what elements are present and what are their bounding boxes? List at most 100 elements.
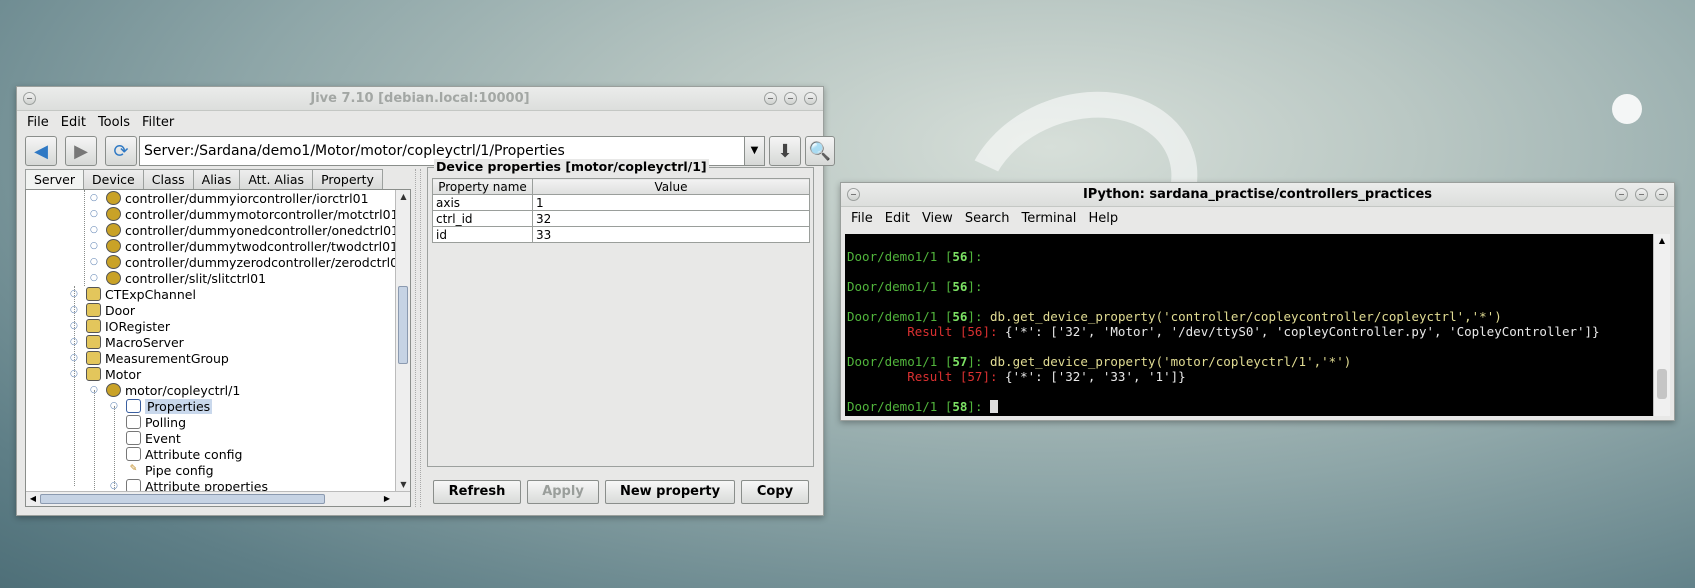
- tree-item-properties[interactable]: ○ Properties: [110, 398, 213, 414]
- scroll-thumb[interactable]: [398, 286, 408, 364]
- tab-att-alias[interactable]: Att. Alias: [239, 169, 314, 189]
- scroll-left-icon[interactable]: ◀: [26, 492, 40, 506]
- tab-server[interactable]: Server: [25, 169, 84, 189]
- device-icon: [106, 207, 121, 221]
- terminal-titlebar[interactable]: IPython: sardana_practise/controllers_pr…: [841, 183, 1674, 207]
- tree-item-controller[interactable]: ○ controller/dummytwodcontroller/twodctrl…: [90, 238, 398, 254]
- expand-handle-icon[interactable]: ○: [90, 225, 100, 235]
- class-icon: [86, 335, 101, 349]
- tree-item-pipe-config[interactable]: ✎ Pipe config: [126, 462, 214, 478]
- expand-handle-icon[interactable]: ○: [70, 305, 80, 315]
- menu-file[interactable]: File: [845, 211, 879, 226]
- apply-button[interactable]: Apply: [527, 480, 599, 504]
- pane-splitter[interactable]: [415, 169, 421, 507]
- tree-item-event[interactable]: Event: [126, 430, 181, 446]
- class-icon: [86, 367, 101, 381]
- tree-item-class[interactable]: ○ MacroServer: [70, 334, 184, 350]
- terminal-output[interactable]: Door/demo1/1 [56]: Door/demo1/1 [56]: Do…: [845, 234, 1654, 416]
- property-name-cell[interactable]: ctrl_id: [432, 210, 533, 227]
- property-value-cell[interactable]: 1: [532, 194, 810, 211]
- menu-search[interactable]: Search: [959, 211, 1016, 226]
- expand-handle-icon[interactable]: ○: [70, 337, 80, 347]
- new-property-button[interactable]: New property: [605, 480, 735, 504]
- tree-item-class[interactable]: ○ CTExpChannel: [70, 286, 196, 302]
- table-row[interactable]: id 33: [432, 226, 810, 243]
- forward-button[interactable]: ▶: [65, 136, 97, 166]
- menu-edit[interactable]: Edit: [55, 115, 92, 130]
- column-header-value[interactable]: Value: [532, 178, 810, 195]
- tree-item-class[interactable]: ○ Door: [70, 302, 135, 318]
- maximize-icon[interactable]: [1635, 188, 1648, 201]
- expand-handle-icon[interactable]: ○: [90, 273, 100, 283]
- tree-item-class[interactable]: ○ IORegister: [70, 318, 170, 334]
- tree-vertical-scrollbar[interactable]: ▲ ▼: [395, 190, 410, 492]
- expand-handle-icon[interactable]: ○: [90, 257, 100, 267]
- ipython-terminal-window: IPython: sardana_practise/controllers_pr…: [840, 182, 1675, 421]
- jive-titlebar[interactable]: Jive 7.10 [debian.local:10000]: [17, 87, 823, 111]
- menu-file[interactable]: File: [21, 115, 55, 130]
- property-name-cell[interactable]: axis: [432, 194, 533, 211]
- tab-property[interactable]: Property: [312, 169, 383, 189]
- collapse-handle-icon[interactable]: ○: [90, 385, 100, 395]
- maximize-icon[interactable]: [784, 92, 797, 105]
- device-properties-panel: Device properties [motor/copleyctrl/1] P…: [427, 159, 814, 467]
- tab-class[interactable]: Class: [142, 169, 194, 189]
- copy-button[interactable]: Copy: [741, 480, 809, 504]
- go-down-button[interactable]: ⬇: [769, 136, 801, 166]
- refresh-button[interactable]: Refresh: [433, 480, 521, 504]
- menu-terminal[interactable]: Terminal: [1015, 211, 1082, 226]
- property-name-cell[interactable]: id: [432, 226, 533, 243]
- tab-device[interactable]: Device: [83, 169, 144, 189]
- table-row[interactable]: ctrl_id 32: [432, 210, 810, 227]
- expand-handle-icon[interactable]: ○: [90, 209, 100, 219]
- tree-item-class-motor[interactable]: ○ Motor: [70, 366, 141, 382]
- expand-handle-icon[interactable]: ○: [90, 193, 100, 203]
- tree-item-controller[interactable]: ○ controller/dummyzerodcontroller/zerodct…: [90, 254, 406, 270]
- expand-handle-icon[interactable]: ○: [110, 481, 120, 491]
- back-button[interactable]: ◀: [25, 136, 57, 166]
- terminal-line: Door/demo1/1 [56]: db.get_device_propert…: [847, 309, 1502, 324]
- column-header-property-name[interactable]: Property name: [432, 178, 533, 195]
- tree-item-controller[interactable]: ○ controller/slit/slitctrl01: [90, 270, 266, 286]
- refresh-tree-button[interactable]: ⟳: [105, 136, 137, 166]
- scroll-thumb[interactable]: [1657, 369, 1667, 399]
- expand-handle-icon[interactable]: ○: [70, 353, 80, 363]
- terminal-scrollbar[interactable]: ▲: [1653, 234, 1670, 416]
- minimize-icon[interactable]: [764, 92, 777, 105]
- table-row[interactable]: axis 1: [432, 194, 810, 211]
- tree-item-controller[interactable]: ○ controller/dummyiorcontroller/iorctrl01: [90, 190, 369, 206]
- expand-handle-icon[interactable]: ○: [90, 241, 100, 251]
- close-icon[interactable]: [1655, 188, 1668, 201]
- tree-item-device[interactable]: ○ motor/copleyctrl/1: [90, 382, 240, 398]
- tree-horizontal-scrollbar[interactable]: ◀ ▶: [26, 491, 410, 506]
- expand-handle-icon[interactable]: ○: [70, 289, 80, 299]
- tab-alias[interactable]: Alias: [192, 169, 241, 189]
- property-value-cell[interactable]: 33: [532, 226, 810, 243]
- property-value-cell[interactable]: 32: [532, 210, 810, 227]
- tree-item-controller[interactable]: ○ controller/dummyonedcontroller/onedctrl…: [90, 222, 399, 238]
- tree-item-controller[interactable]: ○ controller/dummymotorcontroller/motctrl…: [90, 206, 399, 222]
- tree-item-polling[interactable]: Polling: [126, 414, 186, 430]
- menu-help[interactable]: Help: [1082, 211, 1124, 226]
- menu-edit[interactable]: Edit: [879, 211, 916, 226]
- menu-view[interactable]: View: [916, 211, 959, 226]
- expand-handle-icon[interactable]: ○: [70, 321, 80, 331]
- tree-item-attribute-config[interactable]: Attribute config: [126, 446, 242, 462]
- desktop-moon-decoration: [1612, 94, 1642, 124]
- minimize-icon[interactable]: [1615, 188, 1628, 201]
- scroll-down-icon[interactable]: ▼: [396, 478, 410, 492]
- scroll-up-icon[interactable]: ▲: [396, 190, 410, 204]
- collapse-handle-icon[interactable]: ○: [70, 369, 80, 379]
- scroll-up-icon[interactable]: ▲: [1654, 236, 1670, 245]
- close-icon[interactable]: [804, 92, 817, 105]
- search-button[interactable]: 🔍: [805, 136, 835, 166]
- menu-filter[interactable]: Filter: [136, 115, 180, 130]
- path-dropdown-button[interactable]: ▼: [745, 136, 765, 166]
- expand-handle-icon[interactable]: ○: [110, 401, 120, 411]
- menu-tools[interactable]: Tools: [92, 115, 136, 130]
- tree-item-class[interactable]: ○ MeasurementGroup: [70, 350, 229, 366]
- event-icon: [126, 431, 141, 445]
- terminal-line: Door/demo1/1 [57]: db.get_device_propert…: [847, 354, 1352, 369]
- scroll-thumb[interactable]: [40, 494, 325, 504]
- scroll-right-icon[interactable]: ▶: [380, 492, 394, 506]
